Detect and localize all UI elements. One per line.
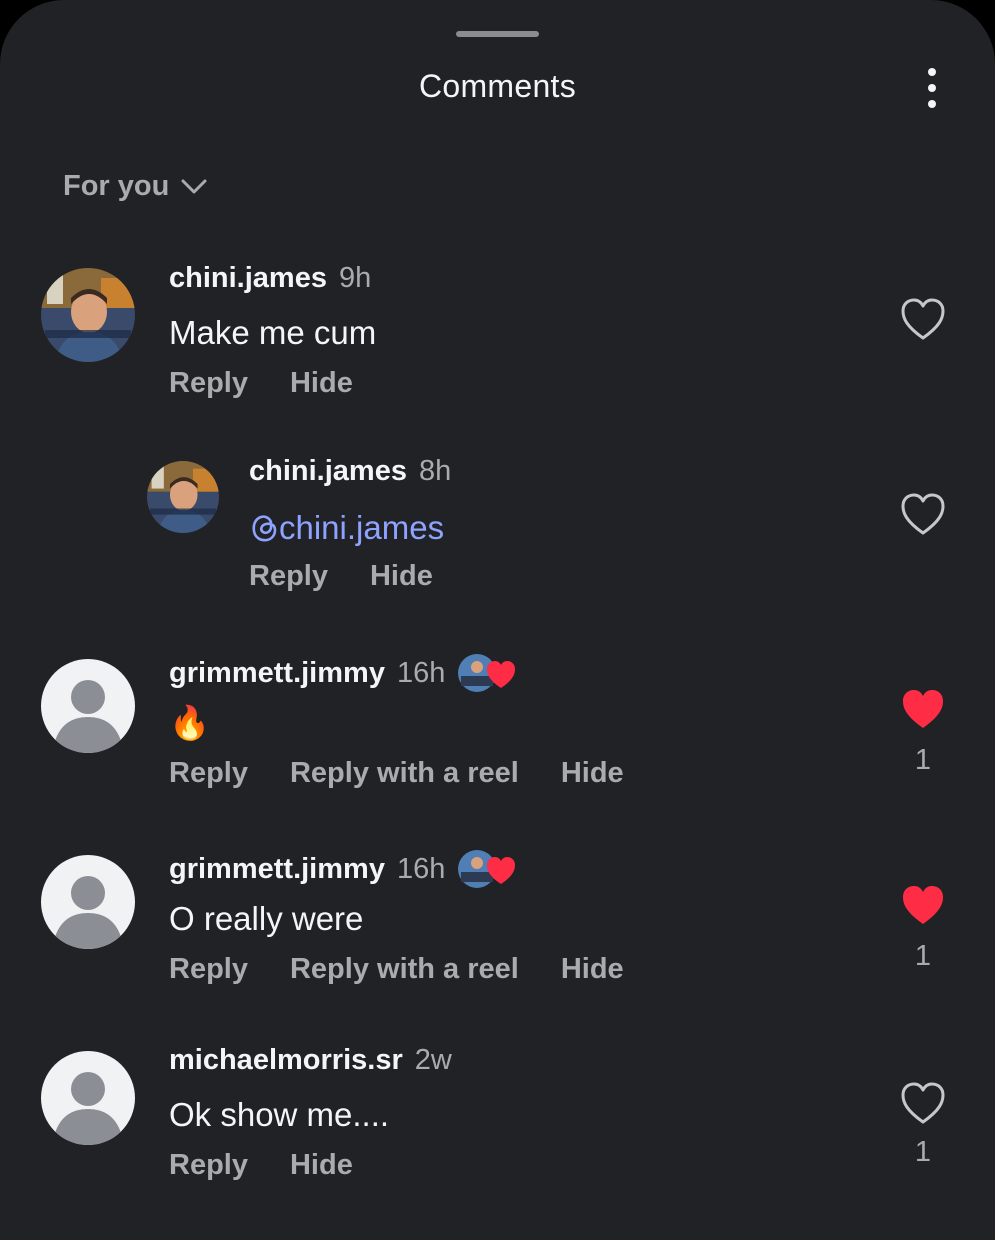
reply-button[interactable]: Reply (249, 560, 328, 593)
comment-item: grimmett.jimmy 16h O really were Reply R… (0, 850, 995, 1004)
comments-sheet: Comments For you chini.james 9h Make me … (0, 0, 995, 1240)
reply-button[interactable]: Reply (169, 953, 248, 986)
mention-link[interactable]: chini.james (279, 509, 444, 547)
comment-text: 🔥 (169, 704, 211, 741)
chevron-down-icon (181, 179, 207, 193)
reply-with-reel-button[interactable]: Reply with a reel (290, 757, 519, 790)
heart-outline-icon[interactable] (900, 298, 946, 342)
drag-handle[interactable] (456, 31, 539, 37)
default-avatar-icon[interactable] (41, 855, 135, 949)
like-count: 1 (914, 940, 932, 972)
timestamp: 16h (396, 656, 446, 689)
hide-button[interactable]: Hide (370, 560, 433, 593)
heart-filled-icon[interactable] (900, 884, 946, 928)
hide-button[interactable]: Hide (290, 1149, 353, 1182)
comment-reply-item: chini.james 8h chini.james Reply Hide (0, 455, 995, 611)
creator-liked-badge (457, 652, 519, 694)
more-options-icon[interactable] (912, 66, 952, 110)
reply-button[interactable]: Reply (169, 367, 248, 400)
heart-outline-icon[interactable] (900, 493, 946, 537)
timestamp: 16h (396, 852, 446, 885)
avatar[interactable] (41, 268, 135, 362)
timestamp: 2w (414, 1044, 452, 1076)
creator-liked-badge (457, 848, 519, 890)
hide-button[interactable]: Hide (561, 953, 624, 986)
username[interactable]: grimmett.jimmy (169, 657, 385, 690)
reply-with-reel-button[interactable]: Reply with a reel (290, 953, 519, 986)
default-avatar-icon[interactable] (41, 1051, 135, 1145)
filter-dropdown[interactable]: For you (63, 170, 207, 203)
username[interactable]: chini.james (249, 455, 407, 488)
page-title: Comments (418, 68, 577, 104)
comment-text: Ok show me.... (169, 1096, 390, 1133)
comment-item: grimmett.jimmy 16h 🔥 Reply Reply with a … (0, 654, 995, 808)
threads-at-icon (252, 515, 277, 542)
avatar[interactable] (147, 461, 219, 533)
hide-button[interactable]: Hide (561, 757, 624, 790)
reply-button[interactable]: Reply (169, 757, 248, 790)
default-avatar-icon[interactable] (41, 659, 135, 753)
heart-filled-icon[interactable] (900, 688, 946, 732)
comment-text: chini.james (249, 509, 444, 547)
comment-text: Make me cum (169, 314, 377, 351)
like-count: 1 (914, 744, 932, 776)
heart-outline-icon[interactable] (900, 1082, 946, 1126)
comment-item: chini.james 9h Make me cum Reply Hide (0, 262, 995, 418)
username[interactable]: michaelmorris.sr (169, 1044, 403, 1077)
timestamp: 8h (418, 455, 452, 487)
hide-button[interactable]: Hide (290, 367, 353, 400)
reply-button[interactable]: Reply (169, 1149, 248, 1182)
like-count: 1 (914, 1136, 932, 1168)
comment-text: O really were (169, 900, 364, 937)
username[interactable]: grimmett.jimmy (169, 853, 385, 886)
filter-label: For you (63, 170, 170, 202)
comment-item: michaelmorris.sr 2w Ok show me.... Reply… (0, 1044, 995, 1200)
username[interactable]: chini.james (169, 262, 327, 295)
timestamp: 9h (338, 262, 372, 294)
